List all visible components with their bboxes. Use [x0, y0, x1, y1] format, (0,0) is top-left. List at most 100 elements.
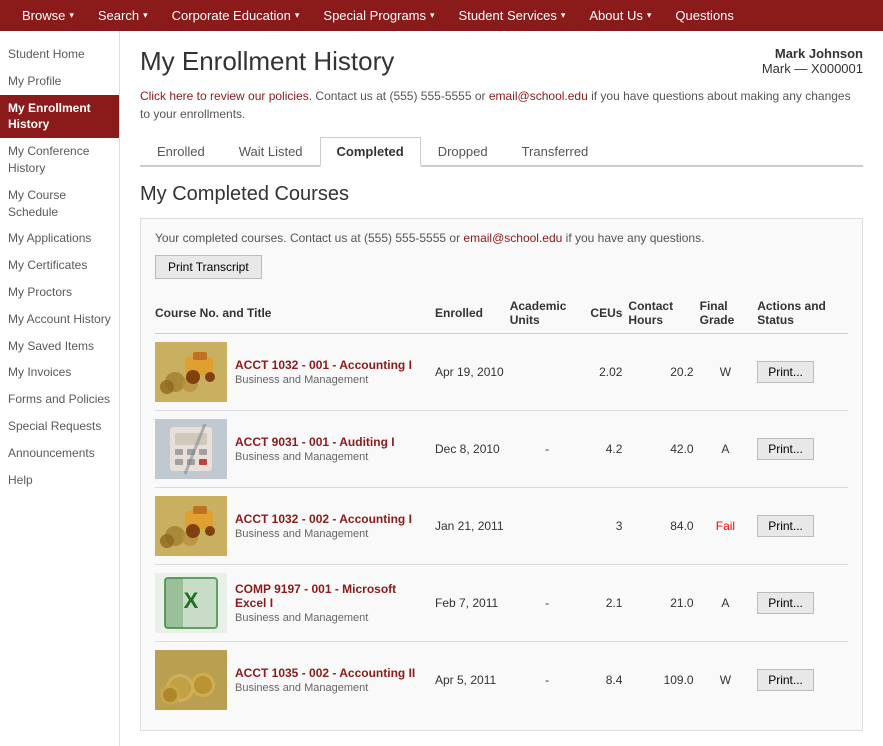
sidebar-item-my-saved-items[interactable]: My Saved Items: [0, 333, 119, 360]
print-button[interactable]: Print...: [757, 592, 814, 614]
course-thumbnail: [155, 419, 227, 479]
sidebar-item-my-invoices[interactable]: My Invoices: [0, 359, 119, 386]
sidebar-item-my-certificates[interactable]: My Certificates: [0, 252, 119, 279]
nav-search[interactable]: Search ▾: [86, 0, 160, 31]
course-ceus: 8.4: [590, 642, 628, 719]
course-link[interactable]: ACCT 1032 - 001 - Accounting I: [235, 358, 412, 372]
course-ceus: 3: [590, 488, 628, 565]
course-image-cell: [155, 334, 235, 411]
course-academic-units: [510, 488, 591, 565]
course-link[interactable]: ACCT 1032 - 002 - Accounting I: [235, 512, 412, 526]
course-enrolled: Dec 8, 2010: [435, 411, 510, 488]
th-course-title: Course No. and Title: [155, 293, 435, 334]
enrollment-tabs: Enrolled Wait Listed Completed Dropped T…: [140, 137, 863, 167]
courses-box: Your completed courses. Contact us at (5…: [140, 218, 863, 731]
course-title-cell: ACCT 9031 - 001 - Auditing I Business an…: [235, 411, 435, 488]
user-info: Mark Johnson Mark — X000001: [762, 46, 863, 76]
sidebar-item-special-requests[interactable]: Special Requests: [0, 413, 119, 440]
course-thumbnail: [155, 496, 227, 556]
course-contact-hours: 42.0: [628, 411, 699, 488]
course-link[interactable]: ACCT 1035 - 002 - Accounting II: [235, 666, 415, 680]
tab-completed[interactable]: Completed: [320, 137, 421, 167]
page-title: My Enrollment History: [140, 46, 394, 77]
nav-corporate-education[interactable]: Corporate Education ▾: [160, 0, 312, 31]
courses-email-link[interactable]: email@school.edu: [463, 231, 562, 245]
sidebar-item-my-applications[interactable]: My Applications: [0, 225, 119, 252]
enrollment-info-text: Click here to review our policies. Conta…: [140, 87, 863, 123]
course-actions: Print...: [757, 334, 848, 411]
print-button[interactable]: Print...: [757, 438, 814, 460]
course-subtitle: Business and Management: [235, 451, 368, 463]
print-transcript-button[interactable]: Print Transcript: [155, 255, 262, 279]
course-image-cell: X: [155, 565, 235, 642]
courses-table: Course No. and Title Enrolled Academic U…: [155, 293, 848, 718]
sidebar-item-my-account-history[interactable]: My Account History: [0, 306, 119, 333]
tab-dropped[interactable]: Dropped: [421, 137, 505, 167]
course-actions: Print...: [757, 488, 848, 565]
course-thumbnail: X: [155, 573, 227, 633]
course-ceus: 4.2: [590, 411, 628, 488]
th-contact-hours: Contact Hours: [628, 293, 699, 334]
svg-text:X: X: [184, 588, 199, 613]
course-enrolled: Apr 5, 2011: [435, 642, 510, 719]
course-image-cell: [155, 488, 235, 565]
nav-student-services[interactable]: Student Services ▾: [447, 0, 578, 31]
email-link[interactable]: email@school.edu: [489, 89, 588, 103]
page-layout: Student Home My Profile My Enrollment Hi…: [0, 31, 883, 746]
course-subtitle: Business and Management: [235, 612, 368, 624]
chevron-down-icon: ▾: [143, 10, 148, 21]
course-final-grade: W: [700, 642, 758, 719]
course-title-cell: ACCT 1032 - 001 - Accounting I Business …: [235, 334, 435, 411]
top-navigation: Browse ▾ Search ▾ Corporate Education ▾ …: [0, 0, 883, 31]
course-final-grade: A: [700, 411, 758, 488]
sidebar: Student Home My Profile My Enrollment Hi…: [0, 31, 120, 746]
course-subtitle: Business and Management: [235, 374, 368, 386]
user-name: Mark Johnson: [762, 46, 863, 61]
nav-about-us[interactable]: About Us ▾: [577, 0, 663, 31]
sidebar-item-my-conference-history[interactable]: My Conference History: [0, 138, 119, 182]
policy-link[interactable]: Click here to review our policies.: [140, 89, 312, 103]
course-final-grade: W: [700, 334, 758, 411]
th-academic-units: Academic Units: [510, 293, 591, 334]
course-final-grade: A: [700, 565, 758, 642]
nav-special-programs[interactable]: Special Programs ▾: [311, 0, 446, 31]
table-row: X COMP 9197 - 001 - Microsoft Excel I Bu…: [155, 565, 848, 642]
print-button[interactable]: Print...: [757, 515, 814, 537]
sidebar-item-student-home[interactable]: Student Home: [0, 41, 119, 68]
print-button[interactable]: Print...: [757, 669, 814, 691]
course-subtitle: Business and Management: [235, 682, 368, 694]
course-actions: Print...: [757, 565, 848, 642]
course-thumbnail: [155, 650, 227, 710]
sidebar-item-my-profile[interactable]: My Profile: [0, 68, 119, 95]
tab-enrolled[interactable]: Enrolled: [140, 137, 222, 167]
chevron-down-icon: ▾: [295, 10, 300, 21]
sidebar-item-forms-and-policies[interactable]: Forms and Policies: [0, 386, 119, 413]
nav-questions[interactable]: Questions: [663, 0, 746, 31]
chevron-down-icon: ▾: [647, 10, 652, 21]
th-final-grade: Final Grade: [700, 293, 758, 334]
course-link[interactable]: COMP 9197 - 001 - Microsoft Excel I: [235, 582, 396, 610]
course-title-cell: ACCT 1032 - 002 - Accounting I Business …: [235, 488, 435, 565]
sidebar-item-my-course-schedule[interactable]: My Course Schedule: [0, 182, 119, 226]
print-button[interactable]: Print...: [757, 361, 814, 383]
tab-transferred[interactable]: Transferred: [505, 137, 606, 167]
course-link[interactable]: ACCT 9031 - 001 - Auditing I: [235, 435, 395, 449]
course-enrolled: Feb 7, 2011: [435, 565, 510, 642]
course-contact-hours: 21.0: [628, 565, 699, 642]
course-final-grade: Fail: [700, 488, 758, 565]
main-content: My Enrollment History Mark Johnson Mark …: [120, 31, 883, 746]
course-title-cell: COMP 9197 - 001 - Microsoft Excel I Busi…: [235, 565, 435, 642]
sidebar-item-help[interactable]: Help: [0, 467, 119, 494]
course-academic-units: -: [510, 411, 591, 488]
course-enrolled: Jan 21, 2011: [435, 488, 510, 565]
chevron-down-icon: ▾: [69, 10, 74, 21]
tab-wait-listed[interactable]: Wait Listed: [222, 137, 320, 167]
section-title: My Completed Courses: [140, 183, 863, 206]
sidebar-item-my-proctors[interactable]: My Proctors: [0, 279, 119, 306]
sidebar-item-my-enrollment-history[interactable]: My Enrollment History: [0, 95, 119, 139]
sidebar-item-announcements[interactable]: Announcements: [0, 440, 119, 467]
table-row: ACCT 1032 - 002 - Accounting I Business …: [155, 488, 848, 565]
course-ceus: 2.02: [590, 334, 628, 411]
nav-browse[interactable]: Browse ▾: [10, 0, 86, 31]
course-enrolled: Apr 19, 2010: [435, 334, 510, 411]
